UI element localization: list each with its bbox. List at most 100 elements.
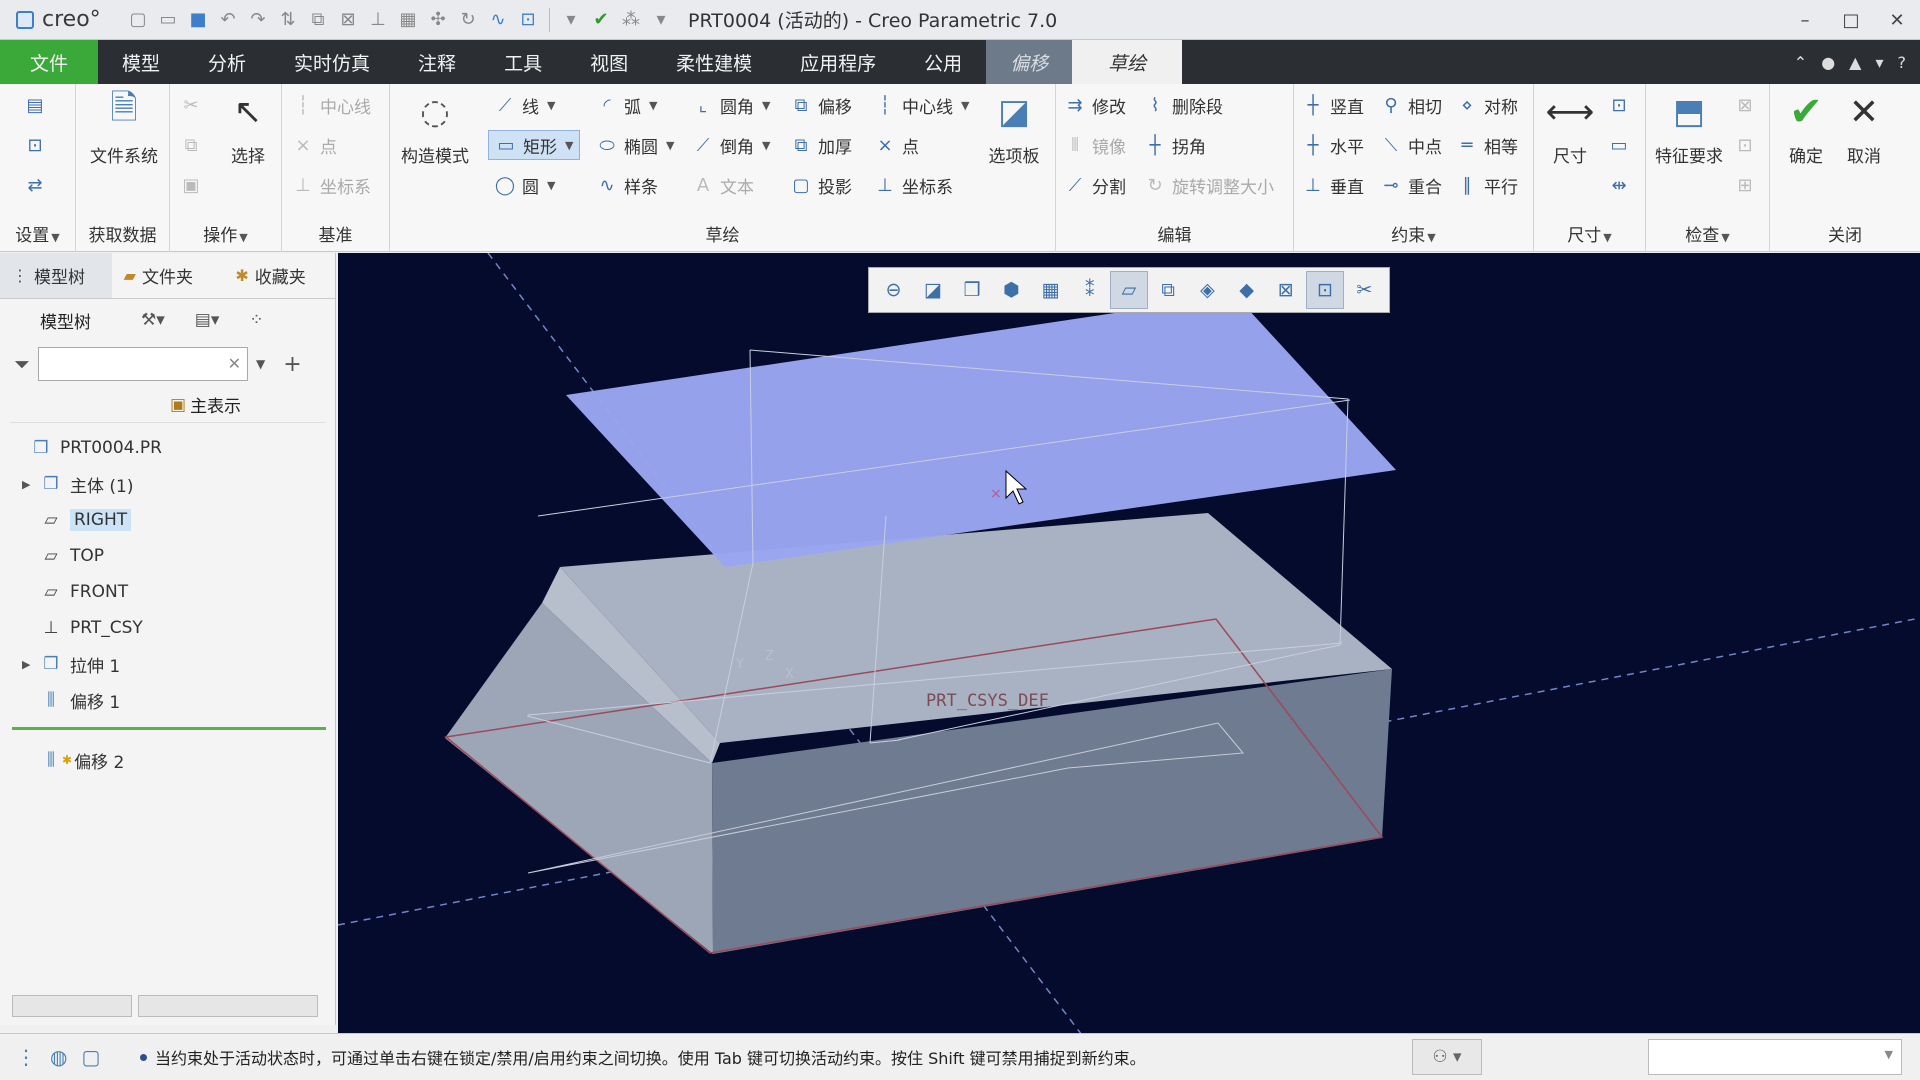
palette-button[interactable]: ◪ 选项板 bbox=[982, 90, 1046, 167]
thicken-button[interactable]: ⧉ 加厚 bbox=[790, 130, 852, 160]
open-icon[interactable]: ▭ bbox=[155, 7, 181, 33]
text-button[interactable]: A 文本 bbox=[692, 170, 754, 200]
save-icon[interactable]: ■ bbox=[185, 7, 211, 33]
undo-icon[interactable]: ↶ bbox=[215, 7, 241, 33]
annotation-display-icon[interactable]: ⊠ bbox=[1267, 271, 1304, 309]
menu-sketch[interactable]: 草绘 bbox=[1072, 40, 1183, 84]
group-label-operations[interactable]: 操作 ▼ bbox=[170, 221, 281, 246]
symmetric-button[interactable]: ⋄ 对称 bbox=[1456, 90, 1518, 120]
maximize-button[interactable]: □ bbox=[1828, 0, 1874, 40]
spline-button[interactable]: ∿ 样条 bbox=[596, 170, 658, 200]
sketch-view-icon[interactable]: ⊡ bbox=[515, 7, 541, 33]
selection-filter-dropdown[interactable]: ▼ bbox=[1648, 1039, 1902, 1075]
datum-display-filters-icon[interactable]: ⧉ bbox=[1150, 271, 1187, 309]
curve-icon[interactable]: ∿ bbox=[485, 7, 511, 33]
equal-button[interactable]: ═ 相等 bbox=[1456, 130, 1518, 160]
reference-button[interactable]: ⊡ bbox=[24, 130, 46, 160]
minimize-button[interactable]: – bbox=[1782, 0, 1828, 40]
tree-node-right[interactable]: ▱ RIGHT bbox=[0, 503, 132, 537]
copy-button[interactable]: ⧉ bbox=[180, 130, 202, 160]
mirror-button[interactable]: ⫴ 镜像 bbox=[1064, 130, 1126, 160]
chamfer-button[interactable]: ⟋ 倒角 ▼ bbox=[692, 130, 771, 160]
baseline-button[interactable]: ▭ bbox=[1608, 130, 1630, 160]
arc-button[interactable]: ◜ 弧 ▼ bbox=[596, 90, 658, 120]
browser-icon[interactable]: ◍ bbox=[50, 1045, 67, 1069]
datum-csys-button[interactable]: ⊥ 坐标系 bbox=[292, 170, 371, 200]
horizontal-button[interactable]: ┼ 水平 bbox=[1302, 130, 1364, 160]
corner-button[interactable]: ┼ 拐角 bbox=[1144, 130, 1206, 160]
windows-icon[interactable]: ⧉ bbox=[305, 7, 331, 33]
learning-icon[interactable]: ▲ bbox=[1849, 53, 1861, 72]
expand-arrow-icon[interactable]: ▶ bbox=[22, 478, 38, 491]
menu-offset[interactable]: 偏移 bbox=[986, 40, 1073, 84]
help-icon[interactable]: ? bbox=[1898, 53, 1907, 72]
expand-arrow-icon[interactable]: ▶ bbox=[22, 658, 38, 671]
file-system-button[interactable]: 🗎 文件系统 bbox=[88, 88, 160, 168]
rotate-resize-button[interactable]: ↻ 旋转调整大小 bbox=[1144, 170, 1274, 200]
construction-mode-button[interactable]: ◌ 构造模式 bbox=[396, 90, 474, 167]
tangent-button[interactable]: ⚲ 相切 bbox=[1380, 90, 1442, 120]
user-icon[interactable]: ● bbox=[1821, 53, 1835, 72]
menu-annotate[interactable]: 注释 bbox=[394, 40, 480, 84]
coincident-button[interactable]: ⊸ 重合 bbox=[1380, 170, 1442, 200]
group-label-inspect[interactable]: 检查 ▼ bbox=[1646, 221, 1769, 246]
menu-tools[interactable]: 工具 bbox=[480, 40, 566, 84]
tree-node-extrude[interactable]: ▶ ❒ 拉伸 1 bbox=[0, 647, 120, 681]
menu-applications[interactable]: 应用程序 bbox=[776, 40, 900, 84]
sketch-view-button[interactable]: ⇄ bbox=[24, 170, 46, 200]
select-button[interactable]: ↖ 选择 bbox=[220, 90, 276, 167]
scrollbar-right[interactable] bbox=[138, 995, 318, 1017]
group-label-setup[interactable]: 设置 ▼ bbox=[0, 221, 75, 246]
search-input[interactable]: ✕ bbox=[38, 347, 248, 381]
section-icon[interactable]: ◆ bbox=[1228, 271, 1265, 309]
project-button[interactable]: ▢ 投影 bbox=[790, 170, 852, 200]
model-tree-toggle-icon[interactable]: ⋮ bbox=[16, 1045, 36, 1069]
sketch-csys-button[interactable]: ⊥ 坐标系 bbox=[874, 170, 953, 200]
zoom-out-icon[interactable]: ⊖ bbox=[875, 271, 912, 309]
sketch-view-icon[interactable]: ▱ bbox=[1110, 271, 1148, 309]
paste-button[interactable]: ▣ bbox=[180, 170, 202, 200]
midpoint-button[interactable]: ⟍ 中点 bbox=[1380, 130, 1442, 160]
highlight-open-button[interactable]: ⊡ bbox=[1734, 130, 1756, 160]
regenerate-icon[interactable]: ⇅ bbox=[275, 7, 301, 33]
parallel-button[interactable]: ∥ 平行 bbox=[1456, 170, 1519, 200]
pattern-icon[interactable]: ⁂ bbox=[618, 7, 644, 33]
point-display-icon[interactable]: ✣ bbox=[425, 7, 451, 33]
clear-search-icon[interactable]: ✕ bbox=[228, 354, 241, 373]
collapse-ribbon-icon[interactable]: ⌃ bbox=[1794, 53, 1807, 72]
perpendicular-button[interactable]: ⊥ 垂直 bbox=[1302, 170, 1364, 200]
csys-toggle-icon[interactable]: ⊥ bbox=[365, 7, 391, 33]
menu-common[interactable]: 公用 bbox=[900, 40, 986, 84]
tree-node-front[interactable]: ▱ FRONT bbox=[0, 575, 128, 609]
ellipse-button[interactable]: ⬭ 椭圆 ▼ bbox=[596, 130, 674, 160]
insert-indicator[interactable] bbox=[12, 727, 326, 730]
delete-segment-button[interactable]: ⌇ 删除段 bbox=[1144, 90, 1223, 120]
fillet-button[interactable]: ⌞ 圆角 ▼ bbox=[692, 90, 771, 120]
tab-favorites[interactable]: ✱ 收藏夹 bbox=[223, 253, 335, 298]
vertical-button[interactable]: ┼ 竖直 bbox=[1302, 90, 1364, 120]
add-icon[interactable]: + bbox=[283, 352, 301, 377]
find-button[interactable]: ⚇ ▾ bbox=[1412, 1039, 1482, 1075]
options-dropdown-icon[interactable]: ▾ bbox=[1875, 53, 1883, 72]
menu-view[interactable]: 视图 bbox=[566, 40, 652, 84]
display-style-icon[interactable]: ⬢ bbox=[993, 271, 1030, 309]
datum-centerline-button[interactable]: ┆ 中心线 bbox=[292, 90, 371, 120]
dropdown-icon[interactable]: ▾ bbox=[558, 7, 584, 33]
sketch-setup-button[interactable]: ▤ bbox=[24, 90, 46, 120]
tree-node-offset-2[interactable]: ⫼ ✱ 偏移 2 bbox=[0, 743, 124, 777]
refit-icon[interactable]: ◪ bbox=[914, 271, 951, 309]
menu-flexible-modeling[interactable]: 柔性建模 bbox=[652, 40, 776, 84]
tab-model-tree[interactable]: ⋮ 模型树 bbox=[0, 253, 112, 298]
scrollbar-left[interactable] bbox=[12, 995, 132, 1017]
horizontal-scrollbar[interactable] bbox=[12, 995, 326, 1017]
perspective-icon[interactable]: ◈ bbox=[1189, 271, 1226, 309]
tree-filter-icon[interactable]: ⁘ bbox=[249, 310, 263, 330]
menu-file[interactable]: 文件 bbox=[0, 40, 98, 84]
divide-button[interactable]: ⟋ 分割 bbox=[1064, 170, 1126, 200]
sketch-point-button[interactable]: × 点 bbox=[874, 130, 919, 160]
tree-node-part[interactable]: ❒ PRT0004.PR bbox=[0, 431, 162, 465]
cut-button[interactable]: ✂ bbox=[180, 90, 202, 120]
line-button[interactable]: ⟋ 线 ▼ bbox=[494, 90, 556, 120]
repaint-icon[interactable]: ❒ bbox=[953, 271, 990, 309]
show-icon[interactable]: ▤▾ bbox=[195, 310, 220, 330]
